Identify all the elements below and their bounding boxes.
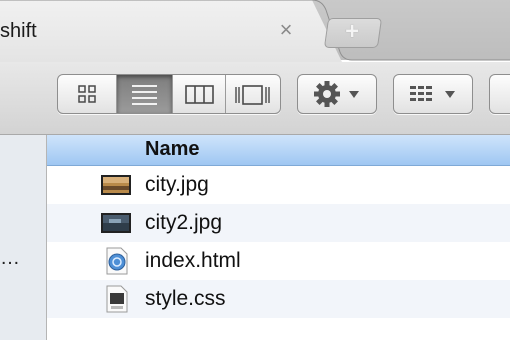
file-row[interactable]: style.css (47, 280, 510, 318)
image-icon (101, 175, 131, 195)
file-list: Name city.jpg city2.jpg index.html style… (47, 135, 510, 340)
file-row[interactable]: city.jpg (47, 166, 510, 204)
file-name: style.css (145, 287, 226, 310)
sidebar: … (0, 135, 47, 340)
cover-flow-icon (235, 85, 270, 105)
tab-close-icon[interactable]: × (276, 18, 296, 42)
toolbar (0, 62, 510, 135)
file-row[interactable]: index.html (47, 242, 510, 280)
plus-icon: + (345, 18, 360, 45)
view-mode-control (57, 74, 281, 114)
share-button[interactable] (489, 74, 510, 114)
file-name: index.html (145, 249, 241, 272)
arrange-icon (410, 86, 455, 101)
file-row[interactable]: city2.jpg (47, 204, 510, 242)
new-tab-button[interactable]: + (323, 18, 383, 48)
arrange-menu-button[interactable] (393, 74, 473, 114)
column-view-button[interactable] (173, 75, 225, 113)
html-document-icon (106, 247, 128, 275)
sidebar-item-truncated[interactable]: … (0, 247, 21, 270)
list-view-icon (132, 85, 157, 105)
column-header[interactable]: Name (47, 135, 510, 166)
tab-title: shift (0, 20, 37, 42)
chevron-down-icon (349, 91, 359, 98)
css-document-icon (106, 285, 128, 313)
icon-view-icon (78, 85, 96, 103)
list-view-button[interactable] (117, 75, 172, 113)
action-menu-button[interactable] (297, 74, 377, 114)
file-name: city2.jpg (145, 211, 223, 234)
icon-view-button[interactable] (58, 75, 116, 113)
file-name: city.jpg (145, 173, 209, 196)
column-header-name[interactable]: Name (145, 138, 199, 161)
gear-icon (314, 81, 359, 107)
image-icon (101, 213, 131, 233)
chevron-down-icon (445, 91, 455, 98)
empty-row (47, 318, 510, 356)
cover-flow-button[interactable] (226, 75, 280, 113)
column-view-icon (185, 85, 214, 104)
